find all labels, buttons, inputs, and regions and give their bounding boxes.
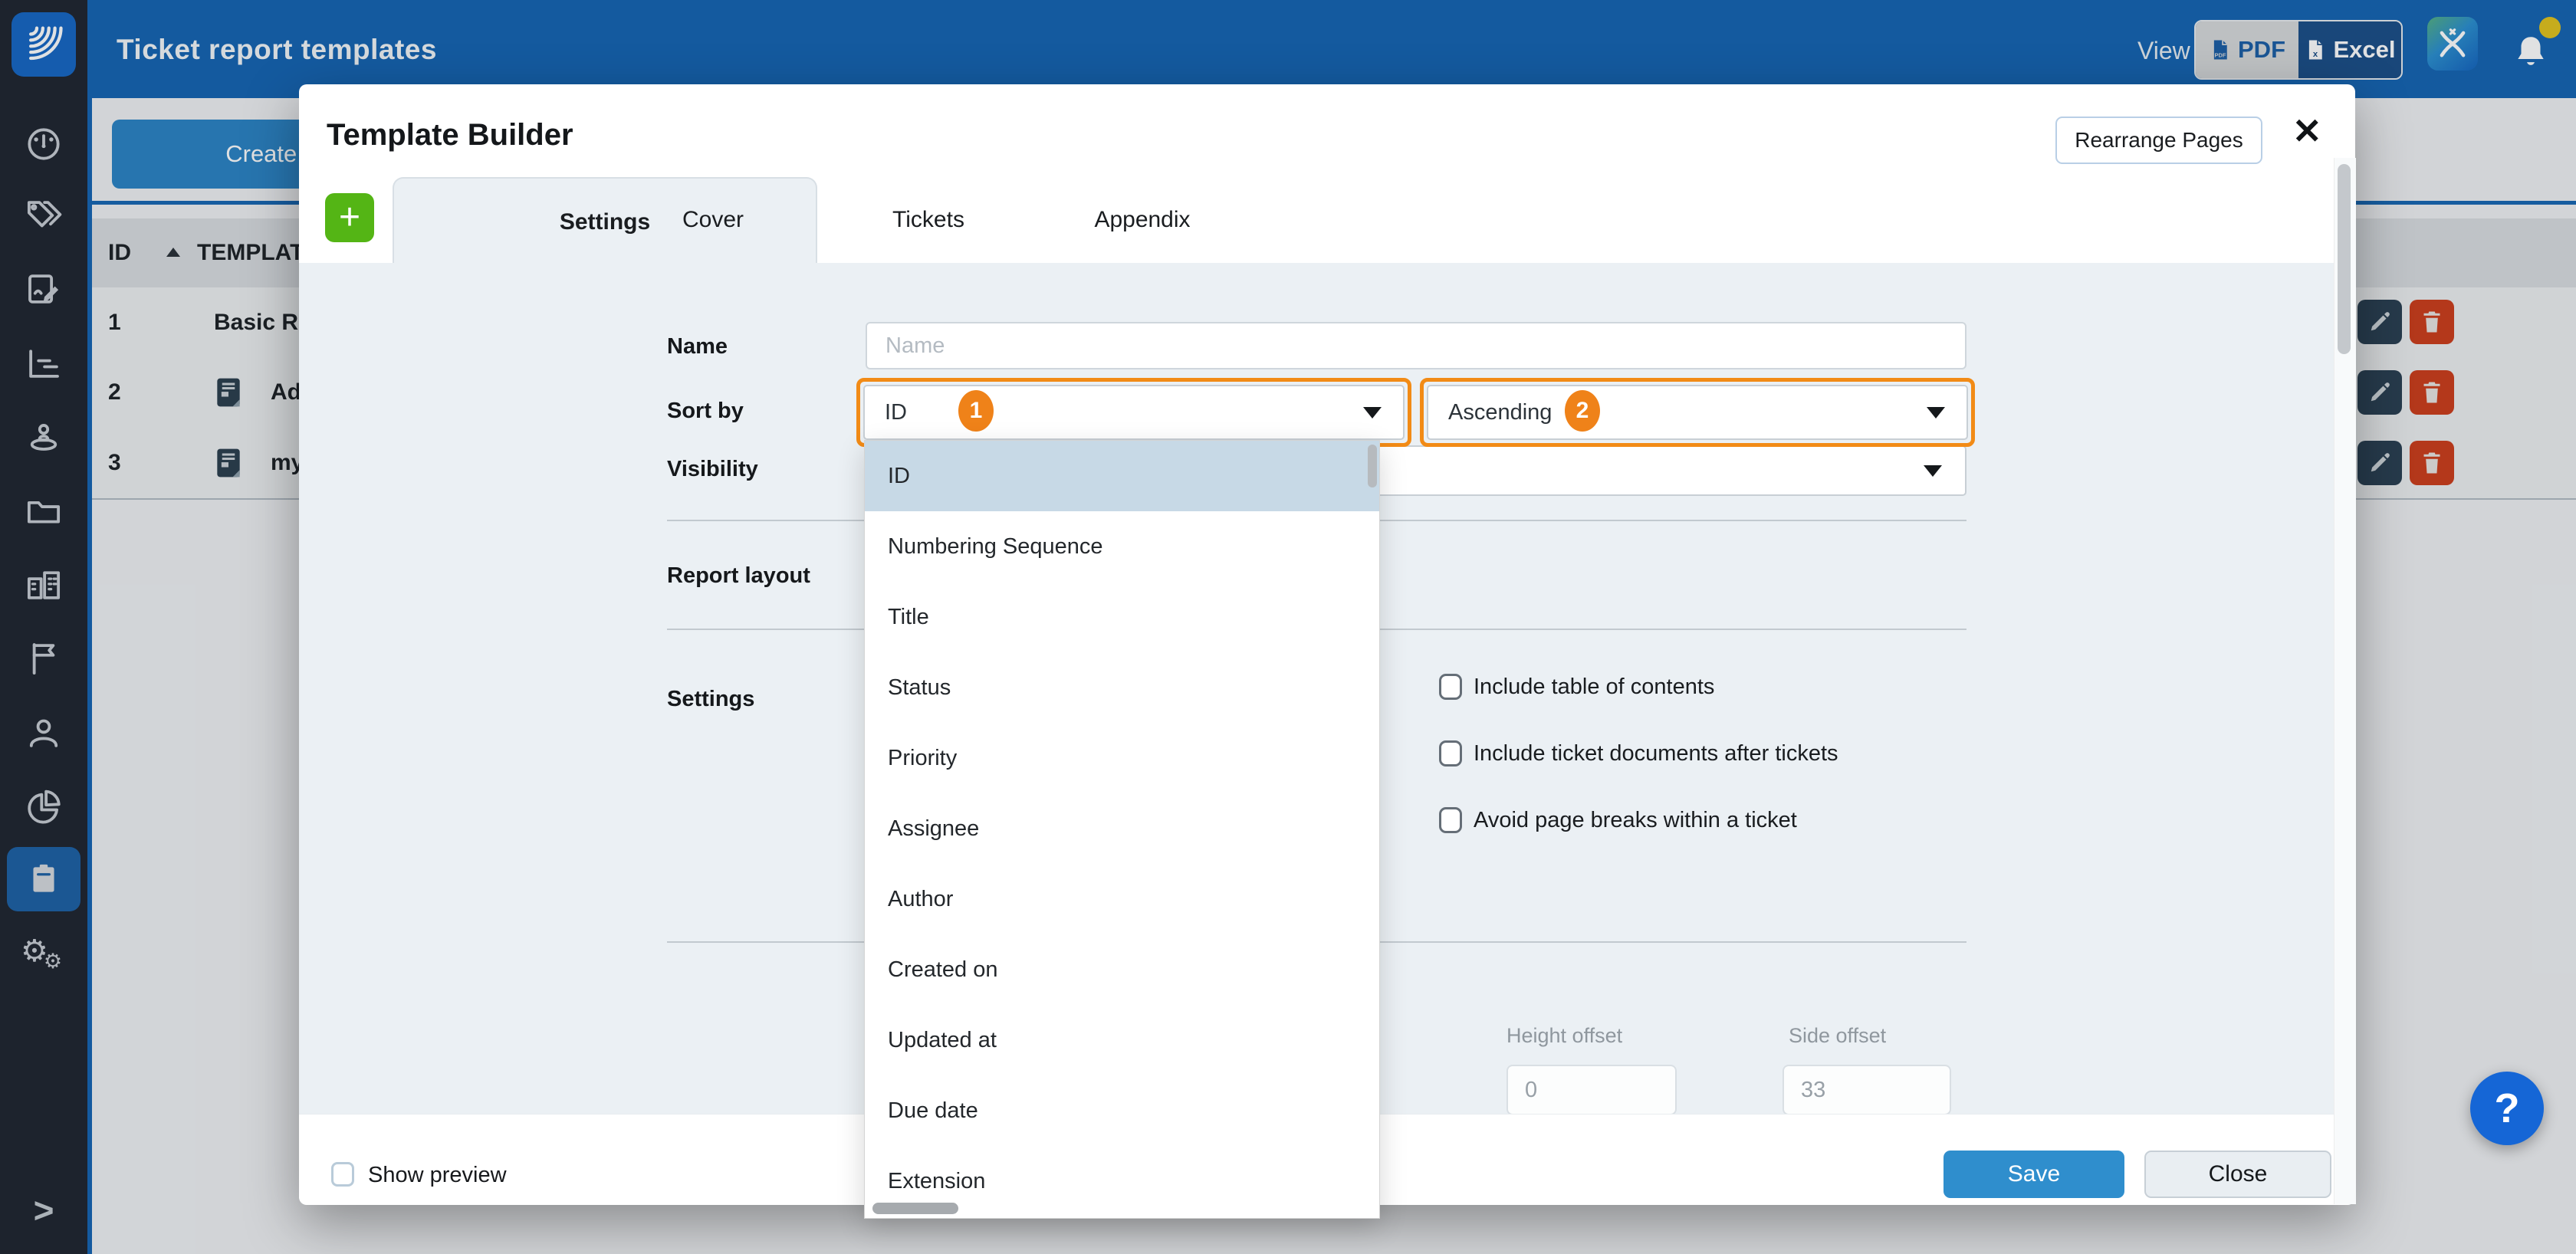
add-page-button[interactable]: + (325, 193, 374, 242)
close-label: Close (2209, 1161, 2268, 1187)
sort-by-dropdown-panel: ID Numbering Sequence Title Status Prior… (864, 440, 1380, 1219)
sort-by-label: Sort by (667, 399, 744, 424)
sort-by-value: ID (885, 386, 907, 438)
dropdown-option[interactable]: Assignee (865, 793, 1379, 864)
dropdown-horizontal-scrollbar[interactable] (872, 1203, 958, 1214)
tab-cover[interactable]: Cover (613, 177, 813, 263)
app-root: ⚙⚙ > Ticket report templates View PDF PD… (0, 0, 2576, 1254)
close-button[interactable]: Close (2144, 1151, 2331, 1198)
order-field-highlight: Ascending 2 (1420, 378, 1975, 447)
dropdown-option[interactable]: Author (865, 864, 1379, 934)
name-label: Name (667, 334, 728, 359)
close-icon[interactable]: ✕ (2292, 113, 2322, 149)
chevron-down-icon (1927, 407, 1945, 419)
dropdown-option[interactable]: Title (865, 582, 1379, 652)
chevron-down-icon (1924, 465, 1942, 477)
help-button[interactable]: ? (2470, 1072, 2544, 1145)
sort-field-highlight: ID 1 (856, 378, 1411, 447)
dropdown-option[interactable]: Created on (865, 934, 1379, 1005)
tab-appendix[interactable]: Appendix (1043, 177, 1242, 263)
dropdown-vertical-scrollbar[interactable] (1368, 445, 1377, 487)
annotation-badge-1: 1 (958, 390, 994, 432)
modal-scrollbar-thumb[interactable] (2338, 164, 2351, 354)
height-offset-input[interactable] (1506, 1065, 1677, 1115)
dropdown-option[interactable]: Priority (865, 723, 1379, 793)
tab-label: Cover (682, 207, 744, 233)
sort-by-select[interactable]: ID 1 (863, 385, 1405, 440)
toc-checkbox[interactable] (1439, 674, 1462, 700)
tab-label: Tickets (892, 207, 964, 233)
ticket-documents-checkbox[interactable] (1439, 740, 1462, 767)
chevron-down-icon (1363, 407, 1382, 419)
annotation-badge-2: 2 (1565, 390, 1600, 432)
page-breaks-checkbox-label: Avoid page breaks within a ticket (1474, 808, 1797, 833)
show-preview-label: Show preview (368, 1163, 507, 1188)
sort-order-value: Ascending (1448, 386, 1552, 438)
ticket-documents-checkbox-label: Include ticket documents after tickets (1474, 741, 1838, 767)
height-offset-label: Height offset (1506, 1024, 1622, 1048)
dropdown-option[interactable]: Status (865, 652, 1379, 723)
page-breaks-checkbox[interactable] (1439, 807, 1462, 833)
template-builder-modal: Template Builder Rearrange Pages ✕ + Set… (299, 84, 2355, 1204)
name-input[interactable] (866, 322, 1967, 369)
toc-checkbox-label: Include table of contents (1474, 675, 1714, 700)
tab-label: Appendix (1094, 207, 1190, 233)
rearrange-pages-button[interactable]: Rearrange Pages (2055, 117, 2262, 164)
visibility-label: Visibility (667, 457, 758, 482)
side-offset-input[interactable] (1783, 1065, 1951, 1115)
dropdown-option[interactable]: Numbering Sequence (865, 511, 1379, 582)
side-offset-label: Side offset (1789, 1024, 1886, 1048)
tab-tickets[interactable]: Tickets (829, 177, 1028, 263)
show-preview-checkbox[interactable] (331, 1162, 354, 1187)
settings-section-label: Settings (667, 687, 754, 712)
save-label: Save (2008, 1161, 2060, 1187)
modal-title: Template Builder (327, 118, 573, 153)
question-mark-icon: ? (2495, 1085, 2520, 1132)
dropdown-option[interactable]: Due date (865, 1075, 1379, 1146)
dropdown-option[interactable]: ID (865, 441, 1379, 511)
dropdown-option[interactable]: Updated at (865, 1005, 1379, 1075)
save-button[interactable]: Save (1944, 1151, 2124, 1198)
sort-order-select[interactable]: Ascending 2 (1427, 385, 1968, 440)
rearrange-pages-label: Rearrange Pages (2075, 128, 2242, 153)
report-layout-label: Report layout (667, 563, 810, 589)
